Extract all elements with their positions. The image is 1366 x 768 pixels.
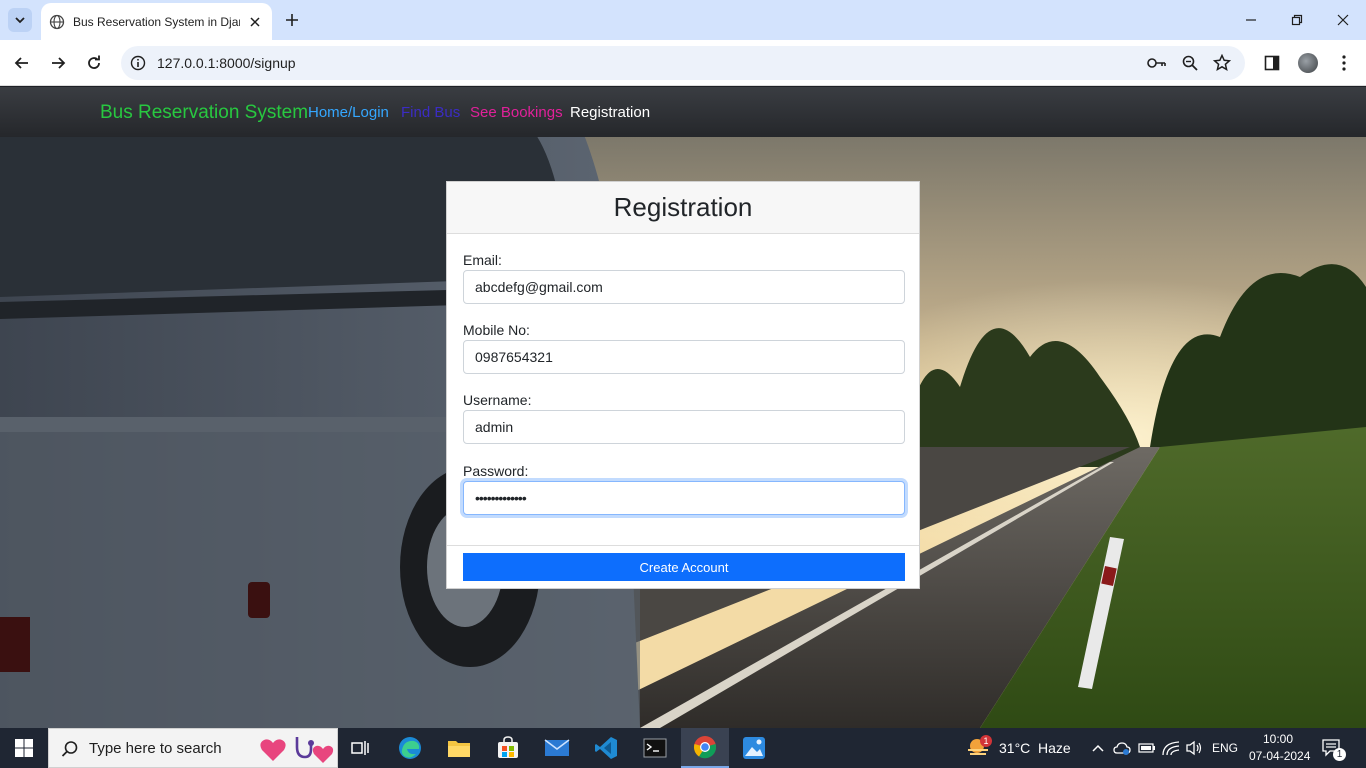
tab-search-button[interactable] — [8, 8, 32, 32]
clock-date[interactable]: 07-04-2024 — [1249, 749, 1310, 763]
windows-taskbar: Type here to search 1 31°C Haze ENG 10:0… — [0, 728, 1366, 768]
back-button[interactable] — [10, 51, 34, 75]
address-bar[interactable]: 127.0.0.1:8000/signup — [121, 46, 1245, 80]
weather-temperature[interactable]: 31°C — [999, 740, 1030, 756]
battery-tray[interactable] — [1137, 738, 1157, 758]
side-panel-icon — [1264, 55, 1280, 71]
password-label: Password: — [463, 463, 529, 479]
vscode-icon — [595, 737, 617, 759]
battery-icon — [1138, 743, 1155, 753]
taskbar-file-explorer[interactable] — [435, 728, 483, 768]
folder-icon — [448, 741, 470, 757]
registration-card: Registration Email: abcdefg@gmail.com Mo… — [446, 181, 920, 589]
edge-icon — [399, 737, 421, 759]
taskbar-photos[interactable] — [730, 728, 778, 768]
task-view-button[interactable] — [336, 728, 384, 768]
browser-tab[interactable]: Bus Reservation System in Djan — [41, 3, 272, 40]
chrome-icon — [693, 736, 717, 759]
photos-icon — [743, 737, 765, 759]
mobile-label: Mobile No: — [463, 322, 530, 338]
globe-icon — [49, 14, 65, 30]
profile-button[interactable] — [1296, 51, 1320, 75]
search-placeholder: Type here to search — [89, 739, 222, 757]
username-label: Username: — [463, 392, 532, 408]
restore-icon — [1291, 14, 1303, 26]
language-indicator[interactable]: ENG — [1212, 741, 1238, 755]
tab-title: Bus Reservation System in Djan — [73, 14, 241, 29]
create-account-button[interactable]: Create Account — [463, 553, 905, 581]
reload-button[interactable] — [82, 51, 106, 75]
side-panel-button[interactable] — [1260, 51, 1284, 75]
weather-badge: 1 — [980, 735, 992, 747]
taskbar-vscode[interactable] — [582, 728, 630, 768]
wifi-tray[interactable] — [1161, 738, 1181, 758]
close-tab-icon[interactable] — [246, 13, 264, 31]
onedrive-tray[interactable] — [1112, 738, 1132, 758]
taskbar-mail[interactable] — [533, 728, 581, 768]
new-tab-button[interactable] — [281, 9, 303, 31]
arrow-right-icon — [52, 57, 66, 69]
minimize-icon — [1246, 19, 1256, 21]
cloud-sync-icon — [1113, 742, 1131, 755]
forward-button[interactable] — [46, 51, 70, 75]
avatar — [1298, 53, 1318, 73]
card-footer-divider — [447, 545, 919, 546]
start-button[interactable] — [0, 728, 48, 768]
arrow-left-icon — [14, 57, 28, 69]
close-icon — [1337, 14, 1349, 26]
clock-time[interactable]: 10:00 — [1263, 732, 1293, 746]
browser-toolbar: 127.0.0.1:8000/signup — [0, 40, 1366, 86]
username-field[interactable]: admin — [463, 410, 905, 444]
nav-link-home-login[interactable]: Home/Login — [308, 104, 389, 121]
form-title: Registration — [613, 192, 753, 222]
web-page: Bus Reservation System Home/Login Find B… — [0, 87, 1366, 728]
nav-link-find-bus[interactable]: Find Bus — [401, 104, 460, 121]
password-field[interactable]: ••••••••••••• — [463, 481, 905, 515]
close-window-button[interactable] — [1331, 8, 1355, 32]
windows-logo-icon — [15, 739, 33, 757]
plus-icon — [286, 14, 298, 26]
taskbar-search-box[interactable]: Type here to search — [48, 728, 338, 768]
taskbar-store[interactable] — [484, 728, 532, 768]
mobile-field[interactable]: 0987654321 — [463, 340, 905, 374]
site-navbar: Bus Reservation System Home/Login Find B… — [0, 87, 1366, 137]
email-field[interactable]: abcdefg@gmail.com — [463, 270, 905, 304]
chevron-down-icon — [15, 17, 25, 24]
minimize-button[interactable] — [1239, 8, 1263, 32]
site-brand[interactable]: Bus Reservation System — [100, 102, 308, 124]
reload-icon — [88, 55, 100, 69]
star-icon[interactable] — [1212, 53, 1232, 73]
search-icon — [61, 741, 78, 757]
restore-button[interactable] — [1285, 8, 1309, 32]
browser-tab-strip: Bus Reservation System in Djan — [0, 0, 1366, 40]
mail-icon — [544, 739, 570, 756]
card-header: Registration — [447, 182, 919, 234]
taskbar-terminal[interactable] — [631, 728, 679, 768]
taskbar-edge[interactable] — [386, 728, 434, 768]
terminal-icon — [643, 738, 667, 758]
task-view-icon — [351, 741, 369, 755]
show-hidden-icons-button[interactable] — [1088, 738, 1108, 758]
volume-tray[interactable] — [1184, 738, 1204, 758]
nav-link-registration[interactable]: Registration — [570, 104, 650, 121]
speaker-icon — [1186, 740, 1202, 756]
url-text: 127.0.0.1:8000/signup — [157, 55, 296, 71]
zoom-icon[interactable] — [1180, 53, 1200, 73]
key-icon[interactable] — [1147, 53, 1167, 73]
store-icon — [498, 736, 518, 758]
notification-count-badge: 1 — [1333, 748, 1346, 761]
browser-menu-button[interactable] — [1332, 51, 1356, 75]
nav-link-see-bookings[interactable]: See Bookings — [470, 104, 563, 121]
wifi-icon — [1162, 741, 1180, 756]
chevron-up-icon — [1092, 744, 1104, 752]
site-info-icon[interactable] — [129, 54, 147, 72]
taskbar-chrome[interactable] — [681, 728, 729, 768]
health-hearts-icon — [260, 737, 334, 763]
email-label: Email: — [463, 252, 502, 268]
more-vertical-icon — [1342, 55, 1346, 71]
weather-description[interactable]: Haze — [1038, 740, 1071, 756]
